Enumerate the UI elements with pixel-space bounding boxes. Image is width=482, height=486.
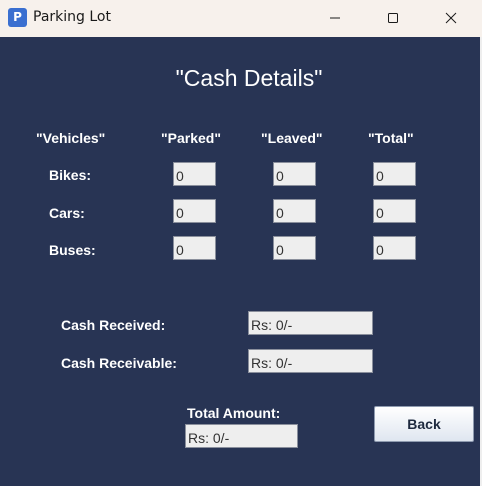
column-header-leaved: "Leaved" <box>261 130 323 146</box>
maximize-button[interactable] <box>364 0 422 37</box>
cash-receivable-label: Cash Receivable: <box>61 355 177 371</box>
close-button[interactable] <box>422 0 480 37</box>
minimize-button[interactable] <box>306 0 364 37</box>
buses-parked-field[interactable] <box>173 236 216 260</box>
row-label-cars: Cars: <box>49 205 85 221</box>
title-bar[interactable]: P Parking Lot <box>0 0 482 37</box>
cars-leaved-field[interactable] <box>273 199 316 223</box>
row-label-bikes: Bikes: <box>49 167 92 183</box>
maximize-icon <box>388 13 398 23</box>
cash-received-label: Cash Received: <box>61 317 166 333</box>
bikes-leaved-field[interactable] <box>273 162 316 186</box>
total-amount-label: Total Amount: <box>187 405 281 421</box>
bikes-total-field[interactable] <box>373 162 416 186</box>
window-title: Parking Lot <box>33 9 111 25</box>
back-button[interactable]: Back <box>374 406 474 442</box>
minimize-icon <box>330 17 340 19</box>
cars-total-field[interactable] <box>373 199 416 223</box>
cash-receivable-field[interactable] <box>248 349 373 373</box>
bikes-parked-field[interactable] <box>173 162 216 186</box>
cash-received-field[interactable] <box>248 311 373 335</box>
parking-app-icon: P <box>8 8 27 27</box>
column-header-parked: "Parked" <box>161 130 221 146</box>
column-header-total: "Total" <box>368 130 414 146</box>
page-title: "Cash Details" <box>175 65 323 91</box>
cars-parked-field[interactable] <box>173 199 216 223</box>
buses-total-field[interactable] <box>373 236 416 260</box>
buses-leaved-field[interactable] <box>273 236 316 260</box>
close-icon <box>445 12 457 24</box>
total-amount-field[interactable] <box>185 424 298 448</box>
row-label-buses: Buses: <box>49 242 96 258</box>
column-header-vehicles: "Vehicles" <box>36 130 106 146</box>
